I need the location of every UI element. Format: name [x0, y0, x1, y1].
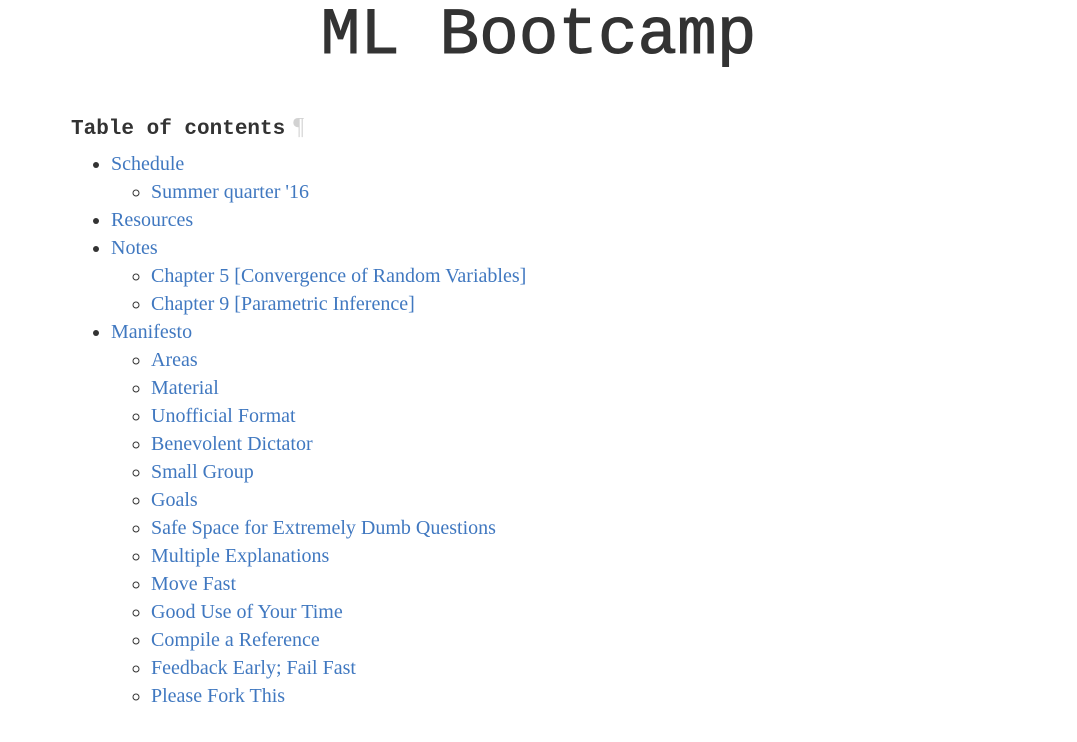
- toc-subitem: Areas: [151, 346, 526, 374]
- toc-link-please-fork-this[interactable]: Please Fork This: [151, 685, 285, 707]
- toc-heading: Table of contents ¶: [71, 112, 304, 145]
- toc-sublist-manifesto: Areas Material Unofficial Format Benevol…: [111, 346, 526, 710]
- toc-subitem: Chapter 5 [Convergence of Random Variabl…: [151, 262, 526, 290]
- toc-link-compile-reference[interactable]: Compile a Reference: [151, 629, 320, 651]
- toc-heading-label: Table of contents: [71, 118, 286, 141]
- toc-link-resources[interactable]: Resources: [111, 209, 193, 231]
- toc-link-feedback-early[interactable]: Feedback Early; Fail Fast: [151, 657, 356, 679]
- toc-subitem: Goals: [151, 486, 526, 514]
- toc-link-multiple-explanations[interactable]: Multiple Explanations: [151, 545, 329, 567]
- toc-list: Schedule Summer quarter '16 Resources No…: [71, 150, 526, 710]
- toc-subitem: Good Use of Your Time: [151, 598, 526, 626]
- toc-subitem: Safe Space for Extremely Dumb Questions: [151, 514, 526, 542]
- toc-subitem: Summer quarter '16: [151, 178, 526, 206]
- toc-link-manifesto[interactable]: Manifesto: [111, 321, 192, 343]
- toc-item-notes: Notes Chapter 5 [Convergence of Random V…: [111, 234, 526, 318]
- toc-subitem: Feedback Early; Fail Fast: [151, 654, 526, 682]
- toc-sublist-schedule: Summer quarter '16: [111, 178, 526, 206]
- toc-link-material[interactable]: Material: [151, 377, 219, 399]
- toc-item-schedule: Schedule Summer quarter '16: [111, 150, 526, 206]
- toc-subitem: Multiple Explanations: [151, 542, 526, 570]
- toc-link-safe-space[interactable]: Safe Space for Extremely Dumb Questions: [151, 517, 496, 539]
- toc-link-chapter-5[interactable]: Chapter 5 [Convergence of Random Variabl…: [151, 265, 526, 287]
- toc-link-notes[interactable]: Notes: [111, 237, 158, 259]
- toc-link-unofficial-format[interactable]: Unofficial Format: [151, 405, 296, 427]
- table-of-contents: Schedule Summer quarter '16 Resources No…: [71, 150, 526, 710]
- toc-subitem: Material: [151, 374, 526, 402]
- toc-heading-anchor-link[interactable]: ¶: [293, 114, 304, 140]
- toc-link-good-use-of-time[interactable]: Good Use of Your Time: [151, 601, 343, 623]
- toc-link-small-group[interactable]: Small Group: [151, 461, 254, 483]
- toc-link-areas[interactable]: Areas: [151, 349, 198, 371]
- toc-link-move-fast[interactable]: Move Fast: [151, 573, 236, 595]
- toc-subitem: Small Group: [151, 458, 526, 486]
- toc-subitem: Compile a Reference: [151, 626, 526, 654]
- toc-link-schedule[interactable]: Schedule: [111, 153, 184, 175]
- toc-subitem: Chapter 9 [Parametric Inference]: [151, 290, 526, 318]
- toc-link-benevolent-dictator[interactable]: Benevolent Dictator: [151, 433, 313, 455]
- toc-subitem: Please Fork This: [151, 682, 526, 710]
- toc-subitem: Unofficial Format: [151, 402, 526, 430]
- toc-subitem: Benevolent Dictator: [151, 430, 526, 458]
- toc-item-manifesto: Manifesto Areas Material Unofficial Form…: [111, 318, 526, 710]
- toc-link-summer-quarter-16[interactable]: Summer quarter '16: [151, 181, 309, 203]
- toc-link-goals[interactable]: Goals: [151, 489, 198, 511]
- page-title: ML Bootcamp: [320, 0, 757, 74]
- toc-link-chapter-9[interactable]: Chapter 9 [Parametric Inference]: [151, 293, 415, 315]
- toc-item-resources: Resources: [111, 206, 526, 234]
- toc-subitem: Move Fast: [151, 570, 526, 598]
- toc-sublist-notes: Chapter 5 [Convergence of Random Variabl…: [111, 262, 526, 318]
